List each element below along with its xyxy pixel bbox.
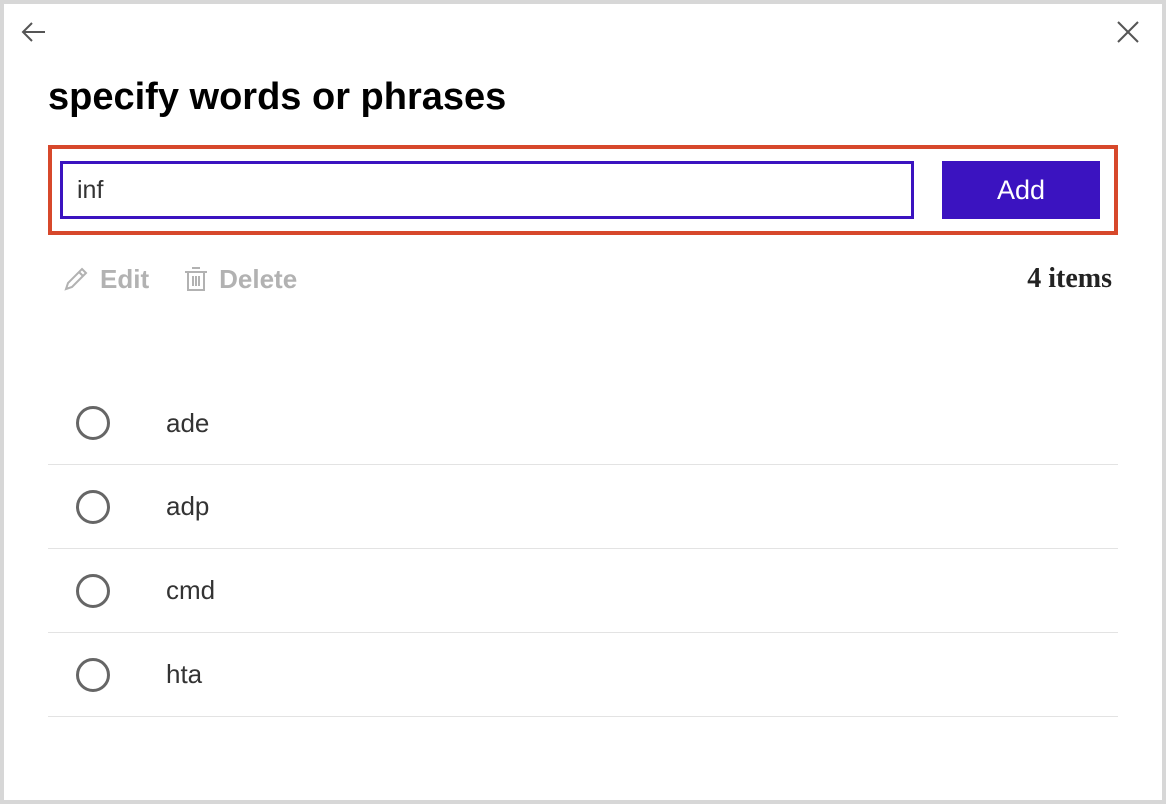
edit-button[interactable]: Edit: [62, 264, 149, 295]
back-arrow-icon: [20, 18, 48, 46]
dialog-frame: specify words or phrases Add Edit: [0, 0, 1166, 804]
dialog-title: specify words or phrases: [48, 76, 1118, 119]
dialog-content: specify words or phrases Add Edit: [48, 76, 1118, 717]
delete-label: Delete: [219, 264, 297, 295]
input-highlight-box: Add: [48, 145, 1118, 235]
list-item[interactable]: hta: [48, 633, 1118, 717]
pencil-icon: [62, 265, 90, 293]
item-label: adp: [166, 491, 209, 522]
radio-icon[interactable]: [76, 490, 110, 524]
add-button[interactable]: Add: [942, 161, 1100, 219]
radio-icon[interactable]: [76, 406, 110, 440]
list-item[interactable]: ade: [48, 381, 1118, 465]
list-item[interactable]: cmd: [48, 549, 1118, 633]
toolbar-left: Edit Delete: [48, 264, 1027, 295]
item-label: hta: [166, 659, 202, 690]
item-label: ade: [166, 408, 209, 439]
close-icon: [1115, 19, 1141, 45]
top-icons: [4, 10, 1162, 50]
item-label: cmd: [166, 575, 215, 606]
items-list: ade adp cmd hta: [48, 381, 1118, 717]
toolbar-row: Edit Delete 4 items: [48, 263, 1118, 295]
trash-icon: [183, 264, 209, 294]
delete-button[interactable]: Delete: [183, 264, 297, 295]
item-count-label: 4 items: [1027, 263, 1118, 295]
edit-label: Edit: [100, 264, 149, 295]
close-button[interactable]: [1112, 16, 1144, 48]
list-item[interactable]: adp: [48, 465, 1118, 549]
back-button[interactable]: [18, 16, 50, 48]
radio-icon[interactable]: [76, 574, 110, 608]
radio-icon[interactable]: [76, 658, 110, 692]
word-input[interactable]: [60, 161, 914, 219]
